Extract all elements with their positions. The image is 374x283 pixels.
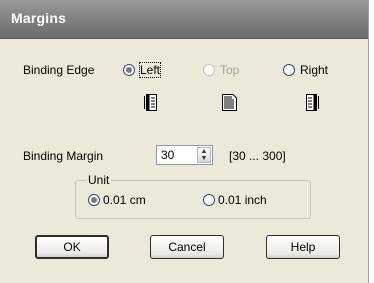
binding-left-label: Left <box>138 62 162 78</box>
window-title: Margins <box>11 10 67 26</box>
binding-right-label: Right <box>300 63 329 77</box>
document-top-bound-icon <box>222 94 237 111</box>
title-bar[interactable]: Margins <box>0 0 368 39</box>
unit-cm-radio[interactable]: 0.01 cm <box>88 192 168 208</box>
unit-groupbox: Unit 0.01 cm 0.01 inch <box>75 173 311 219</box>
unit-inch-label: 0.01 inch <box>218 193 267 207</box>
radio-circle <box>203 194 215 206</box>
binding-edge-label: Binding Edge <box>23 63 95 77</box>
unit-cm-label: 0.01 cm <box>103 193 146 207</box>
binding-top-radio[interactable]: Top <box>203 62 245 78</box>
help-button[interactable]: Help <box>266 235 340 259</box>
binding-margin-range: [30 ... 300] <box>229 149 286 163</box>
spin-updown-icon[interactable]: ▲ ▼ <box>197 147 211 163</box>
radio-circle <box>88 194 100 206</box>
document-left-bound-icon <box>144 94 157 111</box>
unit-inch-radio[interactable]: 0.01 inch <box>203 192 293 208</box>
document-right-bound-icon <box>306 94 319 111</box>
radio-circle <box>203 64 215 76</box>
ok-button[interactable]: OK <box>35 235 109 259</box>
binding-margin-spinbox[interactable]: 30 ▲ ▼ <box>156 145 213 165</box>
binding-top-label: Top <box>220 63 240 77</box>
cancel-button[interactable]: Cancel <box>150 235 224 259</box>
unit-group-label: Unit <box>86 173 112 187</box>
binding-left-radio[interactable]: Left <box>123 62 165 78</box>
radio-circle <box>283 64 295 76</box>
margins-dialog: Margins Binding Edge Left Top Right Bind… <box>0 0 369 283</box>
binding-margin-label: Binding Margin <box>23 149 104 163</box>
radio-circle <box>123 64 135 76</box>
binding-margin-value[interactable]: 30 <box>161 148 174 162</box>
binding-right-radio[interactable]: Right <box>283 62 333 78</box>
